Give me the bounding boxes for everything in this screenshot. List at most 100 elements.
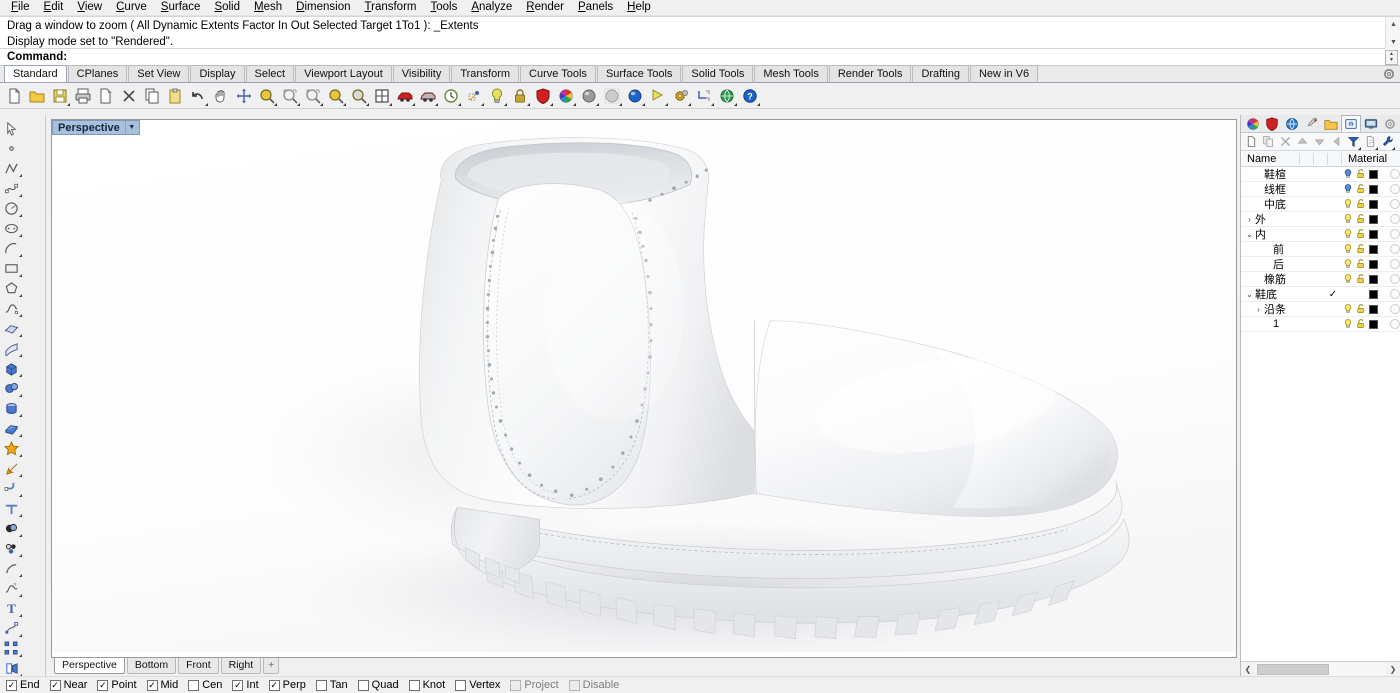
scroll-right-icon[interactable]: ❯ — [1386, 663, 1400, 676]
layer-row[interactable]: 中底 — [1241, 197, 1400, 212]
bulb-off-icon[interactable] — [1341, 168, 1354, 180]
spinner-down-icon[interactable]: ▼ — [1386, 57, 1397, 64]
select-arrow-icon[interactable] — [0, 118, 23, 138]
zoom-dynamic-icon[interactable] — [279, 85, 301, 107]
viewport-title-bar[interactable]: Perspective ▼ — [52, 120, 140, 135]
toolbar-tab-visibility[interactable]: Visibility — [393, 65, 451, 82]
save-file-icon[interactable] — [49, 85, 71, 107]
layer-row[interactable]: ⌄内 — [1241, 227, 1400, 242]
bulb-off-icon[interactable] — [1341, 183, 1354, 195]
material-swatch[interactable] — [1390, 319, 1400, 329]
layer-name-cell[interactable]: 前 — [1241, 241, 1325, 257]
layers-panel-tab[interactable]: 0 — [1341, 115, 1361, 132]
scroll-up-icon[interactable]: ▲ — [1386, 17, 1400, 32]
material-swatch[interactable] — [1390, 169, 1400, 179]
bulb-on-icon[interactable] — [1341, 258, 1354, 270]
sphere-solid-icon[interactable] — [0, 378, 23, 398]
material-swatch[interactable] — [1390, 184, 1400, 194]
named-views-tab[interactable] — [1322, 115, 1342, 132]
layer-color-swatch[interactable] — [1367, 320, 1380, 329]
menu-file[interactable]: File — [4, 0, 37, 15]
layer-name-cell[interactable]: ›沿条 — [1241, 301, 1325, 317]
checkbox-icon[interactable] — [316, 680, 327, 691]
text-icon[interactable]: T — [0, 598, 23, 618]
free-form-curve-icon[interactable] — [0, 298, 23, 318]
layer-color-swatch[interactable] — [1367, 230, 1380, 239]
display-tab[interactable] — [1302, 115, 1322, 132]
toolbar-tab-display[interactable]: Display — [190, 65, 244, 82]
command-spinner[interactable]: ▲ ▼ — [1385, 50, 1398, 65]
bulb-on-icon[interactable] — [1341, 198, 1354, 210]
menu-dimension[interactable]: Dimension — [289, 0, 357, 15]
toolbar-tab-viewport-layout[interactable]: Viewport Layout — [295, 65, 392, 82]
chamfer-edge-icon[interactable] — [0, 498, 23, 518]
checkbox-icon[interactable] — [455, 680, 466, 691]
chevron-right-icon[interactable]: › — [1253, 305, 1264, 314]
layer-color-swatch[interactable] — [1367, 290, 1380, 299]
pan-icon[interactable] — [210, 85, 232, 107]
polygon-icon[interactable] — [0, 278, 23, 298]
layer-color-swatch[interactable] — [1367, 275, 1380, 284]
new-layer-button[interactable] — [1243, 134, 1259, 150]
light-icon[interactable] — [486, 85, 508, 107]
material-swatch[interactable] — [1390, 244, 1400, 254]
command-history-scrollbar[interactable]: ▲ ▼ — [1385, 17, 1400, 50]
history-icon[interactable] — [440, 85, 462, 107]
delete-icon[interactable] — [118, 85, 140, 107]
boolean-split-icon[interactable] — [0, 538, 23, 558]
checkbox-icon[interactable]: ✓ — [6, 680, 17, 691]
osnap-near[interactable]: ✓Near — [50, 679, 88, 691]
layer-name-cell[interactable]: ⌄内 — [1241, 226, 1325, 242]
ellipse-icon[interactable] — [0, 218, 23, 238]
menu-curve[interactable]: Curve — [109, 0, 154, 15]
layer-tools-button[interactable] — [1379, 134, 1395, 150]
scroll-left-icon[interactable]: ❮ — [1241, 663, 1255, 676]
scroll-thumb[interactable] — [1257, 664, 1329, 675]
lock-icon[interactable] — [509, 85, 531, 107]
help-icon[interactable]: ? — [739, 85, 761, 107]
layer-properties-button[interactable] — [1362, 134, 1378, 150]
bulb-on-icon[interactable] — [1341, 228, 1354, 240]
layer-panel-horizontal-scrollbar[interactable]: ❮ ❯ — [1241, 661, 1400, 676]
viewport-tab-perspective[interactable]: Perspective — [54, 658, 125, 674]
join-icon[interactable] — [0, 658, 23, 678]
material-swatch[interactable] — [1390, 214, 1400, 224]
menu-solid[interactable]: Solid — [207, 0, 247, 15]
checkbox-icon[interactable]: ✓ — [97, 680, 108, 691]
layer-name-cell[interactable]: ›外 — [1241, 211, 1325, 227]
toolbar-tab-curve-tools[interactable]: Curve Tools — [520, 65, 596, 82]
checkbox-icon[interactable]: ✓ — [50, 680, 61, 691]
osnap-disable[interactable]: Disable — [569, 679, 620, 691]
checkbox-icon[interactable] — [358, 680, 369, 691]
options-gears-icon[interactable] — [670, 85, 692, 107]
toolbar-tab-surface-tools[interactable]: Surface Tools — [597, 65, 681, 82]
viewport-tab-bottom[interactable]: Bottom — [127, 658, 176, 674]
material-swatch[interactable] — [1390, 304, 1400, 314]
render-tab[interactable] — [1282, 115, 1302, 132]
material-swatch[interactable] — [1390, 259, 1400, 269]
layer-color-swatch[interactable] — [1367, 260, 1380, 269]
layers-tab[interactable] — [1263, 115, 1283, 132]
add-viewport-tab-icon[interactable]: + — [263, 658, 279, 674]
layer-name-cell[interactable]: 后 — [1241, 256, 1325, 272]
osnap-mid[interactable]: ✓Mid — [147, 679, 179, 691]
boolean-star-icon[interactable] — [0, 438, 23, 458]
osnap-quad[interactable]: Quad — [358, 679, 399, 691]
padlock-icon[interactable] — [1354, 168, 1367, 180]
color-wheel-icon[interactable] — [555, 85, 577, 107]
padlock-icon[interactable] — [1354, 198, 1367, 210]
chevron-down-icon[interactable]: ⌄ — [1244, 290, 1255, 299]
filter-layers-button[interactable] — [1345, 134, 1361, 150]
box-icon[interactable] — [0, 358, 23, 378]
osnap-project[interactable]: Project — [510, 679, 558, 691]
layer-row[interactable]: ›外 — [1241, 212, 1400, 227]
layer-rows-container[interactable]: 鞋楦线框中底›外⌄内前后橡筋⌄鞋底✓›沿条1 — [1241, 167, 1400, 661]
menu-panels[interactable]: Panels — [571, 0, 620, 15]
layer-color-swatch[interactable] — [1367, 305, 1380, 314]
chevron-down-icon[interactable]: ⌄ — [1244, 230, 1255, 239]
material-swatch[interactable] — [1390, 229, 1400, 239]
material-swatch[interactable] — [1390, 289, 1400, 299]
layer-color-swatch[interactable] — [1367, 170, 1380, 179]
zoom-extents-icon[interactable] — [325, 85, 347, 107]
toolbar-tab-new-in-v6[interactable]: New in V6 — [970, 65, 1038, 82]
